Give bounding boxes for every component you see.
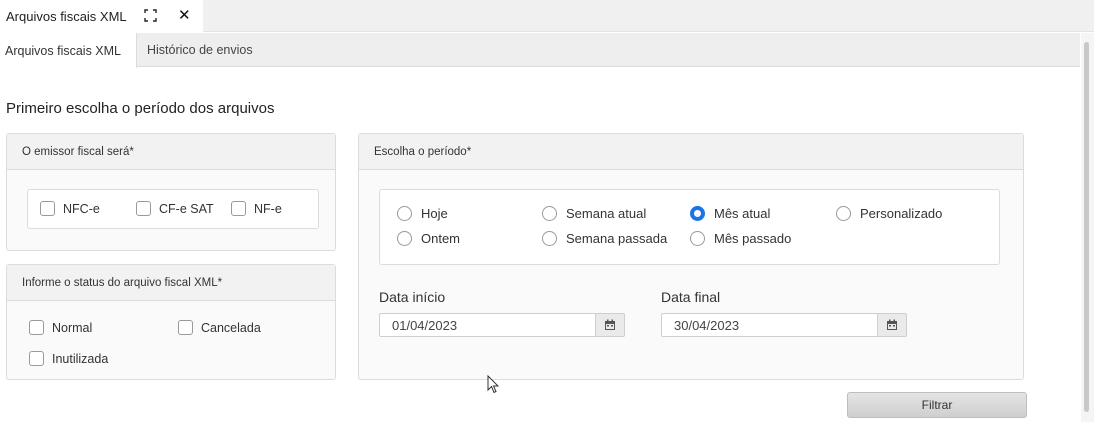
- expand-icon[interactable]: [144, 9, 157, 22]
- filter-button[interactable]: Filtrar: [847, 392, 1027, 418]
- radio-circle-selected[interactable]: [690, 206, 705, 221]
- status-panel-header: Informe o status do arquivo fiscal XML*: [7, 265, 335, 301]
- checkbox-label: Normal: [52, 320, 93, 335]
- radio-circle[interactable]: [397, 206, 412, 221]
- checkbox-label: Cancelada: [201, 320, 261, 335]
- checkbox-label: NF-e: [254, 201, 282, 216]
- radio-label: Mês passado: [714, 231, 792, 246]
- radio-personalizado[interactable]: Personalizado: [836, 206, 942, 221]
- calendar-icon: [605, 319, 615, 330]
- radio-circle[interactable]: [542, 206, 557, 221]
- window-titlebar: Arquivos fiscais XML ✕: [0, 0, 1094, 32]
- periodo-panel-header: Escolha o período*: [359, 134, 1023, 170]
- checkbox-normal[interactable]: Normal: [29, 320, 92, 335]
- tab-historico-envios[interactable]: Histórico de envios: [147, 33, 253, 67]
- tab-bar: Arquivos fiscais XML Histórico de envios: [0, 33, 1080, 68]
- emissor-options-box: NFC-e CF-e SAT NF-e: [27, 189, 319, 229]
- emissor-panel-header: O emissor fiscal será*: [7, 134, 335, 170]
- data-inicio-input[interactable]: 01/04/2023: [379, 313, 597, 337]
- checkbox-box[interactable]: [29, 320, 44, 335]
- checkbox-cfe-sat[interactable]: CF-e SAT: [136, 201, 214, 216]
- checkbox-label: Inutilizada: [52, 351, 109, 366]
- checkbox-box[interactable]: [231, 201, 246, 216]
- radio-label: Semana atual: [566, 206, 647, 221]
- radio-mes-atual[interactable]: Mês atual: [690, 206, 770, 221]
- checkbox-box[interactable]: [178, 320, 193, 335]
- status-panel: Informe o status do arquivo fiscal XML* …: [6, 264, 336, 380]
- checkbox-label: NFC-e: [63, 201, 100, 216]
- checkbox-nfe[interactable]: NF-e: [231, 201, 282, 216]
- radio-label: Personalizado: [860, 206, 943, 221]
- periodo-options-box: Hoje Semana atual Mês atual Personalizad…: [379, 189, 1000, 265]
- data-inicio-calendar-button[interactable]: [595, 313, 625, 337]
- checkbox-label: CF-e SAT: [159, 201, 214, 216]
- radio-circle[interactable]: [542, 231, 557, 246]
- checkbox-box[interactable]: [29, 351, 44, 366]
- scrollbar-thumb[interactable]: [1084, 42, 1089, 412]
- radio-label: Semana passada: [566, 231, 668, 246]
- radio-mes-passado[interactable]: Mês passado: [690, 231, 791, 246]
- checkbox-nfce[interactable]: NFC-e: [40, 201, 100, 216]
- section-heading: Primeiro escolha o período dos arquivos: [6, 100, 275, 117]
- document-title: Arquivos fiscais XML: [6, 8, 127, 24]
- radio-label: Hoje: [421, 206, 448, 221]
- checkbox-box[interactable]: [136, 201, 151, 216]
- radio-label: Ontem: [421, 231, 461, 246]
- data-final-label: Data final: [661, 289, 721, 305]
- emissor-panel: O emissor fiscal será* NFC-e CF-e SAT NF…: [6, 133, 336, 251]
- tab-arquivos-fiscais[interactable]: Arquivos fiscais XML: [0, 33, 137, 68]
- radio-circle[interactable]: [836, 206, 851, 221]
- document-tab[interactable]: Arquivos fiscais XML ✕: [0, 0, 203, 32]
- checkbox-inutilizada[interactable]: Inutilizada: [29, 351, 108, 366]
- radio-semana-passada[interactable]: Semana passada: [542, 231, 667, 246]
- mouse-cursor-icon: [487, 375, 500, 394]
- checkbox-cancelada[interactable]: Cancelada: [178, 320, 261, 335]
- data-final-input[interactable]: 30/04/2023: [661, 313, 879, 337]
- radio-circle[interactable]: [397, 231, 412, 246]
- radio-semana-atual[interactable]: Semana atual: [542, 206, 646, 221]
- data-final-calendar-button[interactable]: [877, 313, 907, 337]
- calendar-icon: [887, 319, 897, 330]
- checkbox-box[interactable]: [40, 201, 55, 216]
- close-icon[interactable]: ✕: [178, 8, 191, 23]
- radio-circle[interactable]: [690, 231, 705, 246]
- radio-ontem[interactable]: Ontem: [397, 231, 460, 246]
- radio-label: Mês atual: [714, 206, 771, 221]
- radio-hoje[interactable]: Hoje: [397, 206, 448, 221]
- periodo-panel: Escolha o período* Hoje Semana atual Mês…: [358, 133, 1024, 380]
- data-inicio-label: Data início: [379, 289, 446, 305]
